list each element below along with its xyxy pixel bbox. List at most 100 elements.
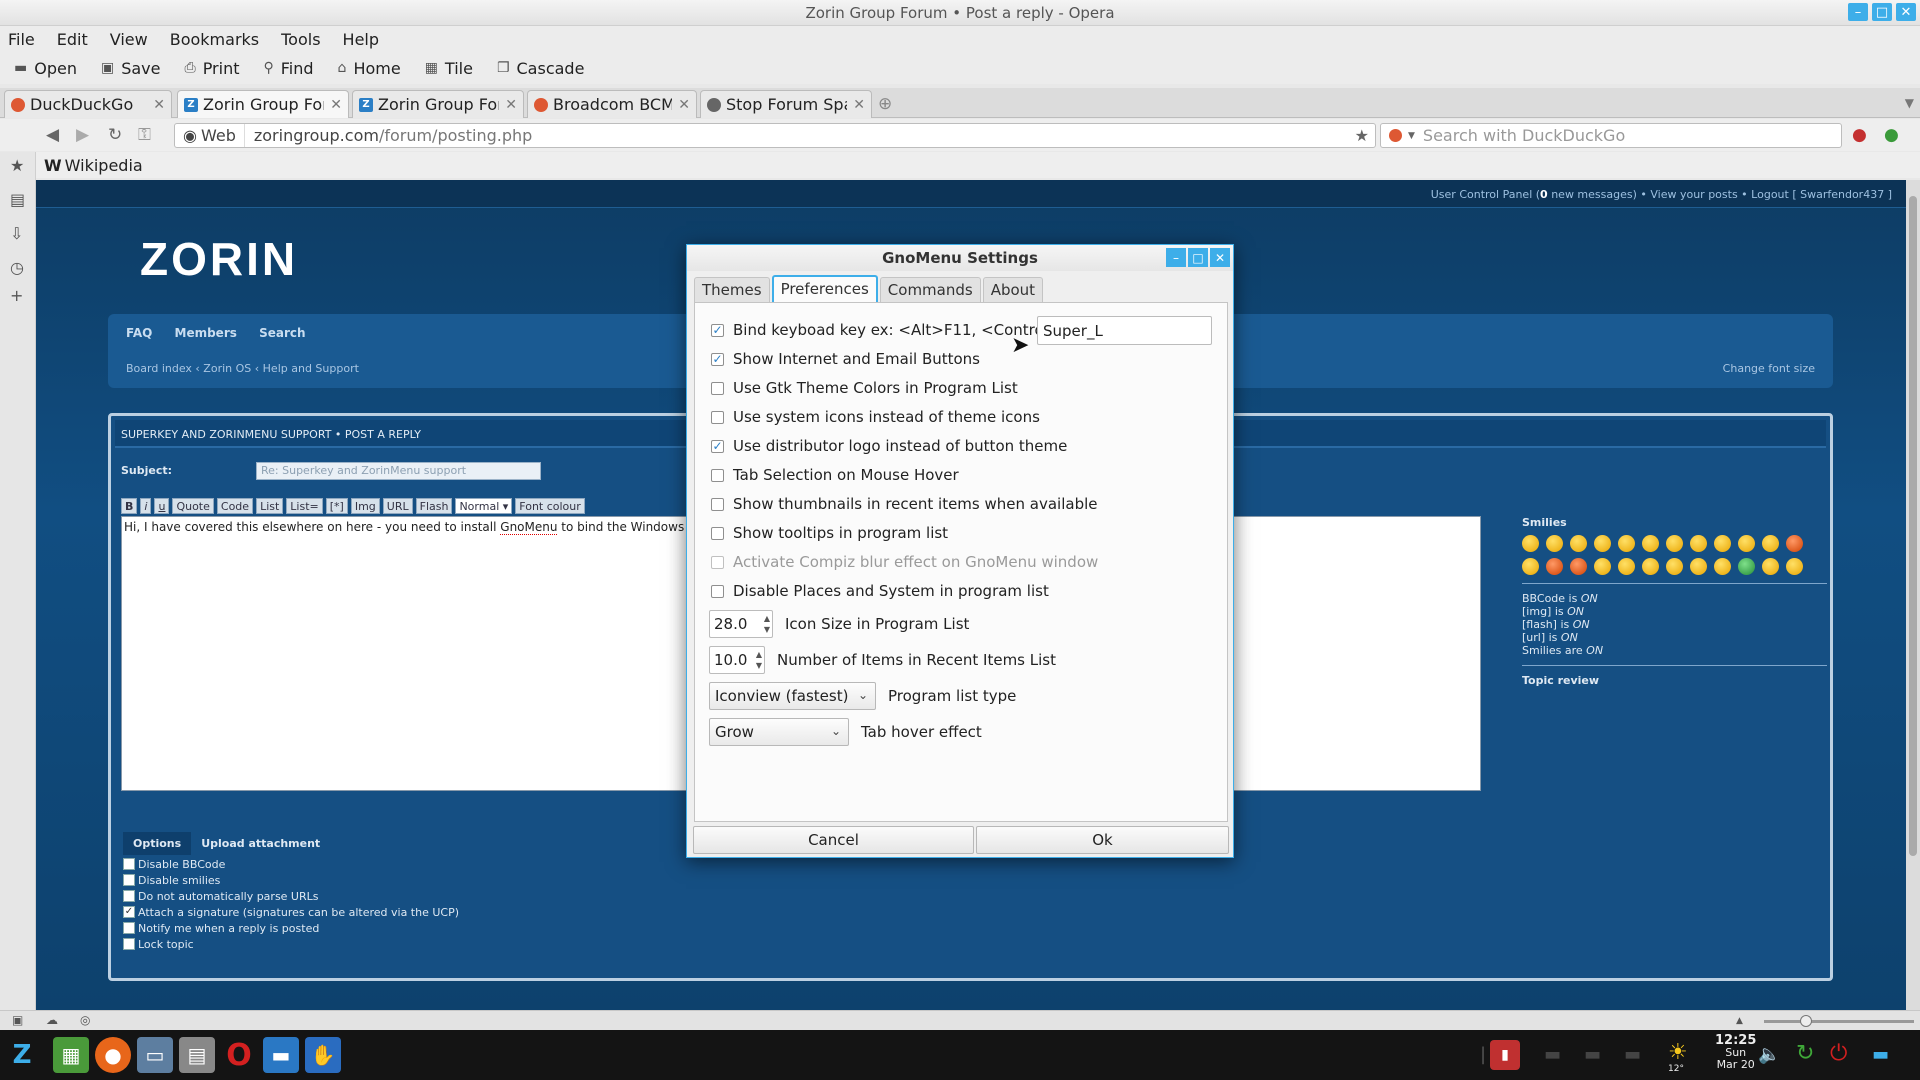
ok-button[interactable]: Ok <box>976 826 1229 854</box>
tab-themes[interactable]: Themes <box>694 277 770 302</box>
tab-close-icon[interactable]: ✕ <box>678 97 690 113</box>
checkbox[interactable] <box>123 938 135 950</box>
tab-close-icon[interactable]: ✕ <box>853 97 865 113</box>
tab-broadcom[interactable]: Broadcom BCM4... ✕ <box>527 90 697 118</box>
spinner-arrows-icon[interactable]: ▲ ▼ <box>756 649 762 671</box>
bbcode-quote-button[interactable]: Quote <box>172 498 214 514</box>
minimize-icon[interactable]: – <box>1848 3 1868 21</box>
smiley-icon[interactable] <box>1666 558 1683 575</box>
chevron-down-icon[interactable]: ▼ <box>1905 96 1914 110</box>
bbcode-list-item-button[interactable]: [*] <box>325 498 348 514</box>
smiley-icon[interactable] <box>1714 535 1731 552</box>
maximize-icon[interactable]: □ <box>1872 3 1892 21</box>
file-manager-icon[interactable]: ▦ <box>53 1037 89 1073</box>
new-tab-icon[interactable]: ⊕ <box>878 94 892 114</box>
topic-review-link[interactable]: Topic review <box>1522 674 1827 687</box>
smiley-icon[interactable] <box>1570 558 1587 575</box>
save-button[interactable]: ▣ Save <box>101 59 161 78</box>
bind-key-input[interactable]: Super_L <box>1037 316 1212 345</box>
bbcode-italic-button[interactable]: i <box>140 498 152 514</box>
tab-options[interactable]: Options <box>123 832 192 855</box>
history-icon[interactable]: ◷ <box>10 258 24 277</box>
checkbox[interactable] <box>711 381 724 395</box>
checkbox[interactable] <box>711 410 724 424</box>
menu-help[interactable]: Help <box>343 30 379 49</box>
menu-edit[interactable]: Edit <box>57 30 88 49</box>
close-icon[interactable]: ✕ <box>1210 248 1230 267</box>
minimize-icon[interactable]: – <box>1166 248 1186 267</box>
smiley-icon[interactable] <box>1642 535 1659 552</box>
zoom-slider[interactable] <box>1764 1015 1914 1027</box>
breadcrumb[interactable]: Board index ‹ Zorin OS ‹ Help and Suppor… <box>126 362 359 375</box>
tab-preferences[interactable]: Preferences <box>771 275 878 302</box>
open-button[interactable]: ▬ Open <box>14 59 77 78</box>
bookmarks-star-icon[interactable]: ★ <box>10 156 24 175</box>
pref-distributor-logo[interactable]: ✓ Use distributor logo instead of button… <box>711 437 1067 455</box>
bookmark-star-icon[interactable]: ★ <box>1355 126 1375 145</box>
zoom-slider-knob[interactable] <box>1800 1015 1812 1027</box>
font-colour-button[interactable]: Font colour <box>515 498 585 514</box>
search-field[interactable]: ▼ Search with DuckDuckGo <box>1380 123 1842 148</box>
option-no-parse-urls[interactable]: Do not automatically parse URLs <box>123 888 459 904</box>
cascade-button[interactable]: ❐ Cascade <box>497 59 584 78</box>
smiley-icon[interactable] <box>1546 535 1563 552</box>
folder-icon[interactable]: ▬ <box>263 1037 299 1073</box>
tab-zorin-forum-2[interactable]: Z Zorin Group Foru... ✕ <box>352 90 524 118</box>
power-icon[interactable]: ⏻ <box>1830 1041 1847 1066</box>
unite-icon[interactable]: ◎ <box>80 1013 90 1027</box>
maximize-icon[interactable]: □ <box>1188 248 1208 267</box>
menu-view[interactable]: View <box>110 30 148 49</box>
pref-gtk-theme-colors[interactable]: Use Gtk Theme Colors in Program List <box>711 379 1018 397</box>
tray-window-icon[interactable]: ▬ <box>1544 1044 1561 1065</box>
smiley-icon[interactable] <box>1594 535 1611 552</box>
checkbox-checked[interactable]: ✓ <box>711 323 724 337</box>
smiley-icon[interactable] <box>1738 535 1755 552</box>
show-desktop-icon[interactable]: ▬ <box>1872 1044 1889 1065</box>
smiley-icon[interactable] <box>1570 535 1587 552</box>
site-info[interactable]: ◉ Web <box>175 124 245 147</box>
bookmark-wikipedia[interactable]: Wikipedia <box>65 156 143 175</box>
gnomenu-icon[interactable]: ✋ <box>305 1037 341 1073</box>
smiley-icon[interactable] <box>1618 535 1635 552</box>
url-field[interactable]: ◉ Web zoringroup.com/forum/posting.php ★ <box>174 123 1376 148</box>
program-list-type-select[interactable]: Iconview (fastest) ⌄ <box>709 682 876 710</box>
smiley-icon[interactable] <box>1618 558 1635 575</box>
smiley-icon[interactable] <box>1786 558 1803 575</box>
pref-show-tooltips[interactable]: Show tooltips in program list <box>711 524 948 542</box>
back-icon[interactable]: ◀ <box>46 125 59 145</box>
subject-input[interactable]: Re: Superkey and ZorinMenu support <box>256 462 541 480</box>
files-icon[interactable]: ▤ <box>179 1037 215 1073</box>
checkbox[interactable] <box>711 584 724 598</box>
checkbox[interactable] <box>123 874 135 886</box>
smiley-icon[interactable] <box>1690 535 1707 552</box>
volume-icon[interactable]: 🔈 <box>1758 1044 1780 1065</box>
search-engine-dropdown-icon[interactable]: ▼ <box>1408 131 1415 141</box>
smiley-icon[interactable] <box>1546 558 1563 575</box>
cancel-button[interactable]: Cancel <box>693 826 974 854</box>
bbcode-flash-button[interactable]: Flash <box>415 498 453 514</box>
firefox-icon[interactable]: ● <box>95 1037 131 1073</box>
forward-icon[interactable]: ▶ <box>76 125 89 145</box>
find-button[interactable]: ⚲ Find <box>264 59 314 78</box>
bbcode-bold-button[interactable]: B <box>121 498 138 514</box>
checkbox[interactable] <box>711 497 724 511</box>
pref-show-internet-email[interactable]: ✓ Show Internet and Email Buttons <box>711 350 980 368</box>
update-icon[interactable]: ↻ <box>1796 1041 1814 1066</box>
scrollbar-thumb[interactable] <box>1909 196 1917 856</box>
user-bar-text-pre[interactable]: User Control Panel ( <box>1431 188 1540 201</box>
opera-icon[interactable]: O <box>221 1037 257 1073</box>
icon-size-spinner[interactable]: 28.0 ▲ ▼ <box>709 610 773 638</box>
checkbox[interactable] <box>711 468 724 482</box>
tab-stop-forum-spam[interactable]: Stop Forum Spam ✕ <box>700 90 872 118</box>
checkbox[interactable] <box>123 890 135 902</box>
downloads-icon[interactable]: ⇩ <box>10 224 23 243</box>
pref-disable-places-system[interactable]: Disable Places and System in program lis… <box>711 582 1049 600</box>
checkbox[interactable] <box>123 858 135 870</box>
faq-link[interactable]: FAQ <box>126 326 152 340</box>
smiley-icon[interactable] <box>1642 558 1659 575</box>
page-scrollbar[interactable] <box>1906 180 1920 1010</box>
zoom-up-icon[interactable]: ▲ <box>1736 1016 1743 1026</box>
checkbox-checked[interactable]: ✓ <box>711 439 724 453</box>
smiley-icon[interactable] <box>1714 558 1731 575</box>
change-font-size-link[interactable]: Change font size <box>1723 362 1815 375</box>
